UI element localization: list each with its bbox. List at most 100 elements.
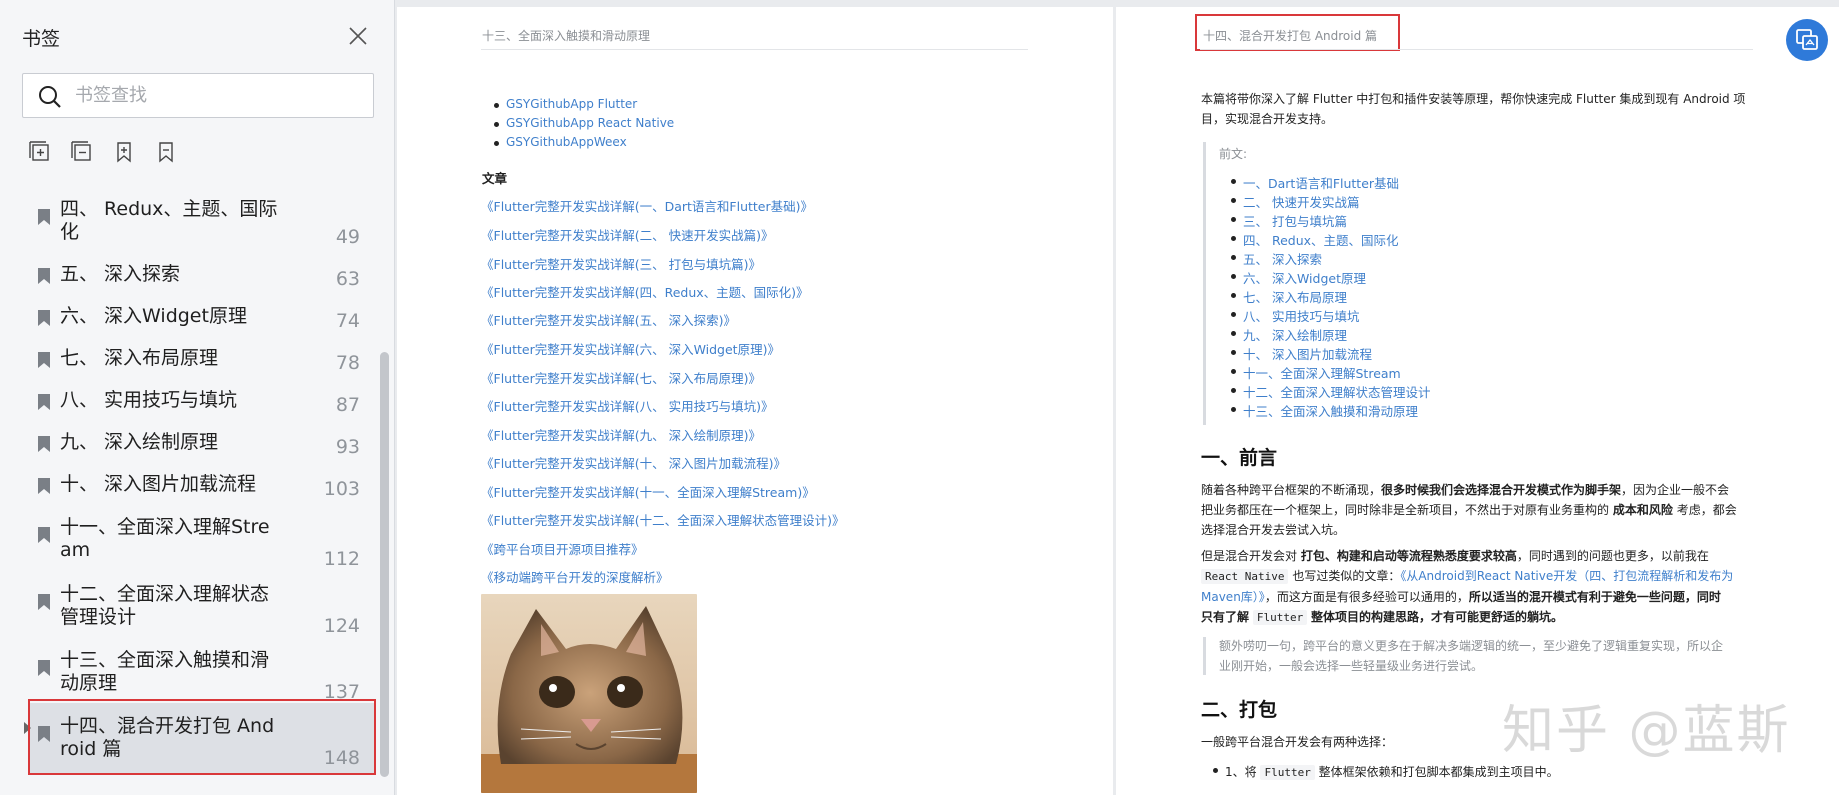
- list-item[interactable]: GSYGithubApp React Native: [493, 116, 674, 130]
- toc-link[interactable]: 九、 深入绘制原理: [1243, 328, 1347, 343]
- expand-arrow-icon[interactable]: [24, 722, 31, 734]
- repo-link[interactable]: GSYGithubAppWeex: [506, 135, 627, 149]
- bookmark-item[interactable]: 十、 深入图片加载流程 103: [28, 473, 376, 501]
- article-link[interactable]: 《从Android到React Native开发（四、打包流程解析和发布为: [1400, 569, 1733, 583]
- toc-link[interactable]: 五、 深入探索: [1243, 252, 1322, 267]
- text-line: 业刚开始，一般会选择一些轻量级业务进行尝试。: [1219, 659, 1484, 673]
- toc-link[interactable]: 二、 快速开发实战篇: [1243, 195, 1359, 210]
- bookmark-item-active[interactable]: 十四、混合开发打包 Android 篇 148: [28, 703, 376, 773]
- article-link[interactable]: 《移动端跨平台开发的深度解析》: [481, 567, 669, 586]
- toc-item[interactable]: 十三、全面深入触摸和滑动原理: [1230, 401, 1418, 420]
- toc-item[interactable]: 四、 Redux、主题、国际化: [1231, 230, 1399, 249]
- text-line: 目，实现混合开发支持。: [1201, 112, 1334, 126]
- list-item[interactable]: GSYGithubAppWeex: [494, 135, 627, 149]
- toc-item[interactable]: 九、 深入绘制原理: [1231, 325, 1347, 344]
- article-link[interactable]: 《Flutter完整开发实战详解(七、 深入布局原理)》: [481, 368, 761, 387]
- article-link[interactable]: 《Flutter完整开发实战详解(十、 深入图片加载流程)》: [481, 453, 786, 472]
- watermark: 知乎 @蓝斯: [1502, 701, 1791, 761]
- article-link[interactable]: 《Flutter完整开发实战详解(四、Redux、主题、国际化)》: [481, 282, 809, 301]
- article-link[interactable]: 《Flutter完整开发实战详解(六、 深入Widget原理)》: [481, 339, 780, 358]
- bookmark-search-input[interactable]: [75, 74, 365, 117]
- toc-item[interactable]: 六、 深入Widget原理: [1231, 268, 1366, 287]
- toc-item[interactable]: 一、Dart语言和Flutter基础: [1230, 173, 1399, 192]
- toc-link[interactable]: 十二、全面深入理解状态管理设计: [1243, 385, 1431, 400]
- collapse-all-icon[interactable]: [70, 140, 94, 164]
- toc-item[interactable]: 五、 深入探索: [1231, 249, 1322, 268]
- text-run: ，因为企业一般不会: [1621, 483, 1730, 497]
- article-link[interactable]: 《Flutter完整开发实战详解(二、 快速开发实战篇)》: [481, 225, 773, 244]
- repo-link[interactable]: GSYGithubApp React Native: [506, 116, 674, 130]
- bookmark-page: 78: [335, 352, 360, 374]
- toc-link[interactable]: 三、 打包与填坑篇: [1243, 214, 1347, 229]
- article-link[interactable]: 《跨平台项目开源项目推荐》: [481, 539, 644, 558]
- bookmark-page: 103: [323, 478, 360, 500]
- article-link[interactable]: 《Flutter完整开发实战详解(九、 深入绘制原理)》: [481, 425, 761, 444]
- bookmark-item[interactable]: 六、 深入Widget原理 74: [28, 305, 376, 333]
- sidebar-title: 书签: [22, 28, 61, 50]
- bookmark-label: 十二、全面深入理解状态管理设计: [60, 583, 270, 628]
- add-bookmark-icon[interactable]: [112, 140, 136, 164]
- sidebar-scrollbar[interactable]: [380, 352, 389, 777]
- toc-item[interactable]: 十一、全面深入理解Stream: [1231, 363, 1401, 382]
- bookmark-icon: [38, 478, 50, 498]
- article-link[interactable]: 《Flutter完整开发实战详解(三、 打包与填坑篇)》: [481, 254, 761, 273]
- article-link[interactable]: 《Flutter完整开发实战详解(五、 深入探索)》: [481, 310, 736, 329]
- text-bold: 所以适当的混开模式有利于避免一些问题，同时: [1468, 590, 1721, 604]
- toc-link[interactable]: 七、 深入布局原理: [1243, 290, 1347, 305]
- toc-link[interactable]: 六、 深入Widget原理: [1243, 271, 1366, 286]
- floating-action-button[interactable]: [1786, 19, 1828, 61]
- bookmark-item[interactable]: 十三、全面深入触摸和滑动原理 137: [28, 649, 376, 703]
- text-bold: 打包、构建和启动等流程熟悉度要求较高: [1300, 549, 1517, 563]
- toc-link[interactable]: 一、Dart语言和Flutter基础: [1243, 176, 1399, 191]
- section-label: 文章: [482, 171, 508, 186]
- bookmark-item[interactable]: 十一、全面深入理解Stream 112: [28, 516, 376, 570]
- toc-link[interactable]: 十一、全面深入理解Stream: [1243, 366, 1401, 381]
- list-item: 1、将 Flutter 整体框架依赖和打包脚本都集成到主项目中。: [1213, 762, 1559, 783]
- toc-item[interactable]: 七、 深入布局原理: [1231, 287, 1347, 306]
- quote-bar: [1203, 142, 1206, 425]
- toc-link[interactable]: 八、 实用技巧与填坑: [1243, 309, 1359, 324]
- toc-item[interactable]: 八、 实用技巧与填坑: [1230, 306, 1359, 325]
- toc-item[interactable]: 二、 快速开发实战篇: [1230, 192, 1359, 211]
- remove-bookmark-icon[interactable]: [154, 140, 178, 164]
- article-link[interactable]: 《Flutter完整开发实战详解(八、 实用技巧与填坑)》: [481, 396, 773, 415]
- article-link[interactable]: 《Flutter完整开发实战详解(十二、全面深入理解状态管理设计)》: [481, 510, 844, 529]
- preface-label: 前文:: [1219, 147, 1248, 161]
- bookmark-icon: [38, 527, 50, 547]
- bookmark-icon: [38, 310, 50, 330]
- inline-code: Flutter: [1252, 610, 1308, 625]
- bookmark-item[interactable]: 四、 Redux、主题、国际化 49: [28, 198, 376, 248]
- toc-item[interactable]: 十二、全面深入理解状态管理设计: [1231, 382, 1431, 401]
- bookmark-search: [22, 73, 374, 118]
- inline-code: React Native: [1201, 569, 1289, 584]
- text-run: ，而这方面是有很多经验可以通用的，: [1264, 590, 1469, 604]
- header-divider: [1200, 49, 1753, 50]
- article-link[interactable]: 《Flutter完整开发实战详解(一、Dart语言和Flutter基础)》: [481, 196, 813, 215]
- pdf-page-right: 十四、混合开发打包 Android 篇 本篇将带你深入了解 Flutter 中打…: [1116, 7, 1839, 795]
- toc-item[interactable]: 三、 打包与填坑篇: [1231, 211, 1347, 230]
- bookmark-icon: [38, 394, 50, 414]
- bookmark-icon: [38, 352, 50, 372]
- bookmark-item[interactable]: 十二、全面深入理解状态管理设计 124: [28, 583, 376, 637]
- list-item[interactable]: GSYGithubApp Flutter: [493, 97, 637, 111]
- bookmark-item[interactable]: 八、 实用技巧与填坑 87: [28, 389, 376, 417]
- repo-link[interactable]: GSYGithubApp Flutter: [506, 97, 637, 111]
- expand-all-icon[interactable]: [28, 140, 52, 164]
- page-header: 十四、混合开发打包 Android 篇: [1203, 29, 1378, 43]
- translate-icon: [1796, 29, 1818, 50]
- text-run: ，同时遇到的问题也更多，以前我在: [1516, 549, 1709, 563]
- toc-link[interactable]: 四、 Redux、主题、国际化: [1243, 233, 1399, 248]
- close-icon[interactable]: [346, 24, 370, 48]
- search-icon: [37, 84, 63, 114]
- article-link[interactable]: Maven库）》: [1201, 590, 1265, 604]
- toc-link[interactable]: 十三、全面深入触摸和滑动原理: [1243, 404, 1418, 419]
- toc-link[interactable]: 十、 深入图片加载流程: [1243, 347, 1372, 362]
- article-link[interactable]: 《Flutter完整开发实战详解(十一、全面深入理解Stream)》: [481, 482, 815, 501]
- bookmark-item[interactable]: 七、 深入布局原理 78: [28, 347, 376, 375]
- bookmark-label: 八、 实用技巧与填坑: [60, 389, 238, 411]
- bookmark-item[interactable]: 五、 深入探索 63: [28, 263, 376, 291]
- toc-item[interactable]: 十、 深入图片加载流程: [1231, 344, 1372, 363]
- bookmark-item[interactable]: 九、 深入绘制原理 93: [28, 431, 376, 459]
- inline-code: Flutter: [1260, 765, 1315, 780]
- intro-paragraph: 本篇将带你深入了解 Flutter 中打包和插件安装等原理，帮你快速完成 Flu…: [1201, 89, 1745, 129]
